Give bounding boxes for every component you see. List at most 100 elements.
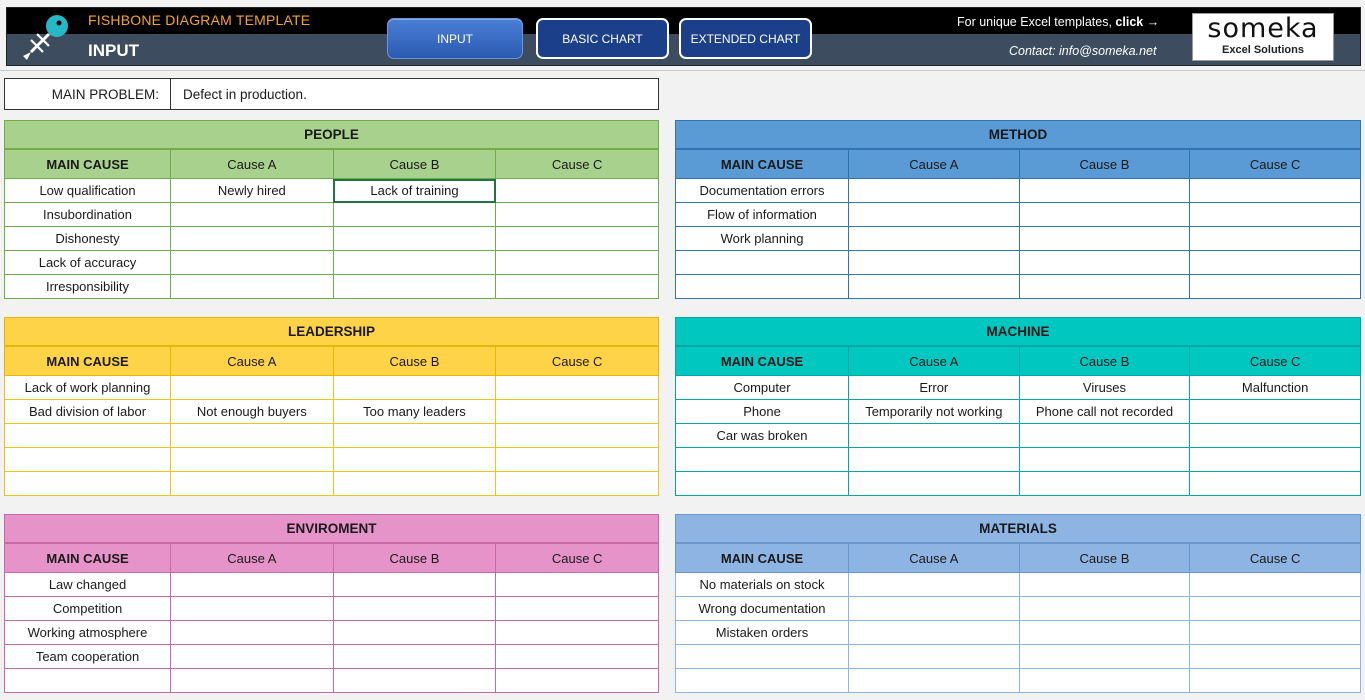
cause-cell[interactable]: Work planning	[675, 226, 849, 251]
cause-cell[interactable]	[495, 274, 659, 299]
main-problem-input[interactable]: Defect in production.	[171, 79, 658, 109]
cause-cell[interactable]	[332, 423, 497, 448]
cause-cell[interactable]	[170, 423, 334, 448]
cause-cell[interactable]	[332, 644, 497, 669]
cause-cell[interactable]	[4, 447, 171, 472]
cause-cell[interactable]	[1189, 250, 1361, 275]
cause-cell[interactable]: Temporarily not working	[848, 399, 1020, 424]
cause-cell[interactable]	[495, 399, 659, 424]
cause-cell[interactable]: Competition	[4, 596, 171, 621]
cause-cell[interactable]	[1189, 423, 1361, 448]
cause-cell[interactable]	[1018, 423, 1191, 448]
cause-cell[interactable]	[332, 447, 497, 472]
cause-cell[interactable]	[848, 178, 1020, 203]
cause-cell[interactable]	[495, 447, 659, 472]
cause-cell[interactable]	[675, 668, 849, 693]
cause-cell[interactable]	[848, 644, 1020, 669]
cause-cell[interactable]	[495, 572, 659, 597]
cause-cell[interactable]	[848, 620, 1020, 645]
cause-cell[interactable]: Bad division of labor	[4, 399, 171, 424]
cause-cell[interactable]	[1189, 399, 1361, 424]
cause-cell[interactable]: Irresponsibility	[4, 274, 171, 299]
cause-cell[interactable]	[332, 202, 497, 227]
cause-cell[interactable]	[1018, 178, 1191, 203]
input-nav-button[interactable]: INPUT	[387, 18, 523, 59]
cause-cell[interactable]	[170, 226, 334, 251]
cause-cell[interactable]	[332, 596, 497, 621]
cause-cell[interactable]	[495, 202, 659, 227]
cause-cell[interactable]	[495, 620, 659, 645]
cause-cell[interactable]	[1189, 644, 1361, 669]
cause-cell[interactable]	[170, 202, 334, 227]
someka-logo[interactable]: someka Excel Solutions	[1192, 13, 1334, 61]
cause-cell[interactable]	[675, 250, 849, 275]
cause-cell[interactable]	[848, 447, 1020, 472]
cause-cell[interactable]	[1018, 644, 1191, 669]
cause-cell[interactable]	[848, 423, 1020, 448]
cause-cell[interactable]	[848, 596, 1020, 621]
cause-cell[interactable]	[1189, 471, 1361, 496]
cause-cell[interactable]	[170, 447, 334, 472]
cause-cell[interactable]	[1018, 226, 1191, 251]
cause-cell[interactable]	[495, 423, 659, 448]
basic-chart-button[interactable]: BASIC CHART	[536, 18, 669, 59]
cause-cell[interactable]	[495, 178, 659, 203]
cause-cell[interactable]	[332, 274, 497, 299]
cause-cell[interactable]	[675, 274, 849, 299]
cause-cell[interactable]	[1189, 620, 1361, 645]
cause-cell[interactable]	[495, 471, 659, 496]
cause-cell[interactable]: Insubordination	[4, 202, 171, 227]
cause-cell[interactable]	[332, 471, 497, 496]
cause-cell[interactable]: Lack of work planning	[4, 375, 171, 400]
cause-cell[interactable]	[170, 471, 334, 496]
cause-cell[interactable]: Newly hired	[170, 178, 334, 203]
cause-cell[interactable]	[170, 644, 334, 669]
cause-cell[interactable]	[1018, 250, 1191, 275]
cause-cell[interactable]	[4, 423, 171, 448]
cause-cell[interactable]	[848, 274, 1020, 299]
cause-cell[interactable]	[1189, 274, 1361, 299]
cause-cell[interactable]	[170, 596, 334, 621]
cause-cell[interactable]	[495, 226, 659, 251]
cause-cell[interactable]	[1018, 274, 1191, 299]
cause-cell[interactable]	[1189, 178, 1361, 203]
cause-cell[interactable]	[675, 471, 849, 496]
cause-cell[interactable]	[332, 572, 497, 597]
cause-cell[interactable]	[1018, 471, 1191, 496]
cause-cell[interactable]: Documentation errors	[675, 178, 849, 203]
cause-cell[interactable]	[1018, 202, 1191, 227]
cause-cell[interactable]: Phone call not recorded	[1018, 399, 1191, 424]
cause-cell[interactable]: Car was broken	[675, 423, 849, 448]
cause-cell[interactable]	[1189, 226, 1361, 251]
cause-cell[interactable]: Mistaken orders	[675, 620, 849, 645]
cause-cell[interactable]	[332, 668, 497, 693]
cause-cell[interactable]: Lack of training	[332, 178, 497, 203]
cause-cell[interactable]: Malfunction	[1189, 375, 1361, 400]
cause-cell[interactable]: Error	[848, 375, 1020, 400]
cause-cell[interactable]	[1189, 596, 1361, 621]
cause-cell[interactable]: Viruses	[1018, 375, 1191, 400]
cause-cell[interactable]	[1189, 447, 1361, 472]
cause-cell[interactable]	[1018, 572, 1191, 597]
cause-cell[interactable]	[675, 644, 849, 669]
cause-cell[interactable]	[170, 274, 334, 299]
cause-cell[interactable]	[848, 250, 1020, 275]
cause-cell[interactable]	[495, 596, 659, 621]
cause-cell[interactable]	[1189, 202, 1361, 227]
cause-cell[interactable]	[4, 471, 171, 496]
cause-cell[interactable]	[332, 375, 497, 400]
cause-cell[interactable]	[1018, 447, 1191, 472]
cause-cell[interactable]	[170, 668, 334, 693]
cause-cell[interactable]: No materials on stock	[675, 572, 849, 597]
cause-cell[interactable]	[4, 668, 171, 693]
cause-cell[interactable]: Low qualification	[4, 178, 171, 203]
cause-cell[interactable]	[332, 226, 497, 251]
cause-cell[interactable]	[848, 226, 1020, 251]
cause-cell[interactable]	[1018, 668, 1191, 693]
cause-cell[interactable]	[332, 250, 497, 275]
cause-cell[interactable]	[848, 668, 1020, 693]
cause-cell[interactable]: Too many leaders	[332, 399, 497, 424]
cause-cell[interactable]	[495, 668, 659, 693]
cause-cell[interactable]	[1018, 620, 1191, 645]
cause-cell[interactable]: Computer	[675, 375, 849, 400]
